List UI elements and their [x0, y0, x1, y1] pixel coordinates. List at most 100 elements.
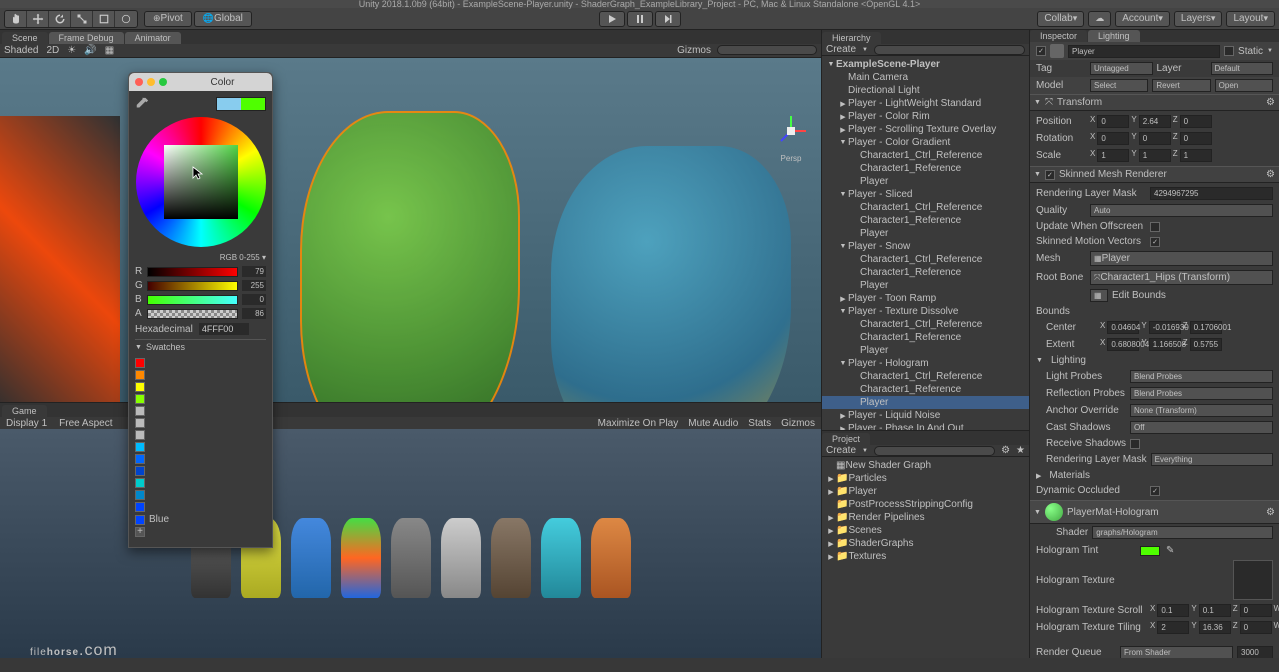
scroll-z[interactable]: 0 — [1240, 604, 1272, 617]
reflprobes-dropdown[interactable]: Blend Probes — [1130, 387, 1273, 400]
collab-dropdown[interactable]: Collab ▾ — [1037, 11, 1084, 27]
hierarchy-item[interactable]: Character1_Reference — [822, 331, 1029, 344]
display-dropdown[interactable]: Display 1 — [6, 418, 47, 429]
component-menu-icon[interactable]: ⚙ — [1266, 169, 1275, 180]
mesh-field[interactable]: ▦ Player — [1090, 251, 1273, 266]
color-swatch[interactable] — [135, 466, 145, 476]
hierarchy-item[interactable]: ▼Player - Sliced — [822, 188, 1029, 201]
hierarchy-item[interactable]: Player — [822, 279, 1029, 292]
color-swatch[interactable] — [135, 454, 145, 464]
layer-dropdown[interactable]: Default — [1211, 62, 1274, 75]
tiling-z[interactable]: 0 — [1240, 621, 1272, 634]
hierarchy-item[interactable]: Player — [822, 396, 1029, 409]
color-square[interactable] — [164, 145, 238, 219]
model-open[interactable]: Open — [1215, 79, 1273, 92]
materials-section[interactable]: Materials — [1049, 470, 1090, 481]
tree-arrow-icon[interactable]: ▶ — [826, 488, 836, 496]
hierarchy-item[interactable]: ▶Player - Phase In And Out — [822, 422, 1029, 430]
project-item[interactable]: ▶📁 Particles — [822, 472, 1029, 485]
pause-button[interactable] — [627, 11, 653, 27]
mute-toggle[interactable]: Mute Audio — [688, 418, 738, 429]
extent-z[interactable]: 0.5755 — [1190, 338, 1222, 351]
g-slider[interactable] — [147, 281, 238, 291]
tab-scene[interactable]: Scene — [2, 32, 48, 44]
r-slider[interactable] — [147, 267, 238, 277]
tree-arrow-icon[interactable]: ▼ — [826, 61, 836, 68]
tree-arrow-icon[interactable]: ▼ — [838, 360, 848, 367]
scroll-y[interactable]: 0.1 — [1199, 604, 1231, 617]
hierarchy-item[interactable]: Character1_Ctrl_Reference — [822, 370, 1029, 383]
color-swatch[interactable] — [135, 442, 145, 452]
global-toggle[interactable]: 🌐 Global — [194, 11, 252, 27]
audio-icon[interactable]: 🔊 — [84, 45, 96, 56]
play-button[interactable] — [599, 11, 625, 27]
hierarchy-item[interactable]: Character1_Ctrl_Reference — [822, 318, 1029, 331]
anchor-dropdown[interactable]: None (Transform) — [1130, 404, 1273, 417]
dynocc-checkbox[interactable]: ✓ — [1150, 486, 1160, 496]
color-swatch[interactable] — [135, 515, 145, 525]
zoom-icon[interactable] — [159, 78, 167, 86]
hex-input[interactable] — [199, 323, 249, 335]
rotate-tool[interactable] — [49, 11, 71, 27]
game-viewport[interactable] — [0, 429, 821, 658]
quality-dropdown[interactable]: Auto — [1090, 204, 1273, 217]
b-value[interactable]: 0 — [242, 294, 266, 305]
tree-arrow-icon[interactable]: ▶ — [838, 412, 848, 420]
hierarchy-item[interactable]: ▶Player - Color Rim — [822, 110, 1029, 123]
update-offscreen-checkbox[interactable] — [1150, 222, 1160, 232]
hierarchy-item[interactable]: Character1_Reference — [822, 383, 1029, 396]
tree-arrow-icon[interactable]: ▼ — [838, 308, 848, 315]
model-select[interactable]: Select — [1090, 79, 1148, 92]
skinned-motion-checkbox[interactable]: ✓ — [1150, 237, 1160, 247]
hierarchy-item[interactable]: ▼Player - Hologram — [822, 357, 1029, 370]
tree-arrow-icon[interactable]: ▼ — [838, 191, 848, 198]
rootbone-field[interactable]: ⤧ Character1_Hips (Transform) — [1090, 270, 1273, 285]
hierarchy-create[interactable]: Create — [826, 44, 856, 55]
lightprobes-dropdown[interactable]: Blend Probes — [1130, 370, 1273, 383]
tab-inspector[interactable]: Inspector — [1030, 30, 1087, 42]
hierarchy-item[interactable]: Player — [822, 344, 1029, 357]
tag-dropdown[interactable]: Untagged — [1090, 62, 1153, 75]
rect-tool[interactable] — [93, 11, 115, 27]
static-checkbox[interactable] — [1224, 46, 1234, 56]
tab-project[interactable]: Project — [822, 433, 870, 445]
recvshadows-checkbox[interactable] — [1130, 439, 1140, 449]
hdr-edit-icon[interactable]: ✎ — [1166, 545, 1174, 556]
center-x[interactable]: 0.04604 — [1107, 321, 1139, 334]
tree-arrow-icon[interactable]: ▶ — [826, 475, 836, 483]
transform-tool[interactable] — [115, 11, 137, 27]
eyedropper-icon[interactable] — [135, 97, 149, 111]
color-mode-dropdown[interactable]: RGB 0-255 ▾ — [135, 253, 266, 262]
rot-y[interactable]: 0 — [1139, 132, 1171, 145]
stats-toggle[interactable]: Stats — [748, 418, 771, 429]
hierarchy-item[interactable]: Character1_Reference — [822, 162, 1029, 175]
step-button[interactable] — [655, 11, 681, 27]
renderqueue-mode[interactable]: From Shader — [1120, 646, 1233, 658]
color-swatch[interactable] — [135, 370, 145, 380]
hierarchy-item[interactable]: Player — [822, 227, 1029, 240]
tab-lighting[interactable]: Lighting — [1088, 30, 1140, 42]
game-gizmos-toggle[interactable]: Gizmos — [781, 418, 815, 429]
tiling-x[interactable]: 2 — [1157, 621, 1189, 634]
hierarchy-item[interactable]: ▼Player - Color Gradient — [822, 136, 1029, 149]
tree-arrow-icon[interactable]: ▶ — [838, 295, 848, 303]
tree-arrow-icon[interactable]: ▼ — [838, 243, 848, 250]
scene-search[interactable] — [717, 45, 817, 55]
2d-toggle[interactable]: 2D — [46, 45, 59, 56]
color-swatch[interactable] — [135, 478, 145, 488]
tab-frame-debug[interactable]: Frame Debug — [49, 32, 124, 44]
move-tool[interactable] — [27, 11, 49, 27]
tree-arrow-icon[interactable]: ▶ — [838, 113, 848, 121]
component-menu-icon[interactable]: ⚙ — [1266, 507, 1275, 518]
project-search[interactable] — [874, 446, 995, 456]
project-create[interactable]: Create — [826, 445, 856, 456]
project-item[interactable]: ▦ New Shader Graph — [822, 459, 1029, 472]
g-value[interactable]: 255 — [242, 280, 266, 291]
project-filter-icon[interactable]: ⚙ — [1001, 445, 1010, 456]
layout-dropdown[interactable]: Layout ▾ — [1226, 11, 1275, 27]
hierarchy-item[interactable]: Character1_Reference — [822, 266, 1029, 279]
aspect-dropdown[interactable]: Free Aspect — [59, 418, 112, 429]
project-star-icon[interactable]: ★ — [1016, 445, 1025, 456]
rlm2-dropdown[interactable]: Everything — [1151, 453, 1273, 466]
hierarchy-item[interactable]: ▼Player - Texture Dissolve — [822, 305, 1029, 318]
